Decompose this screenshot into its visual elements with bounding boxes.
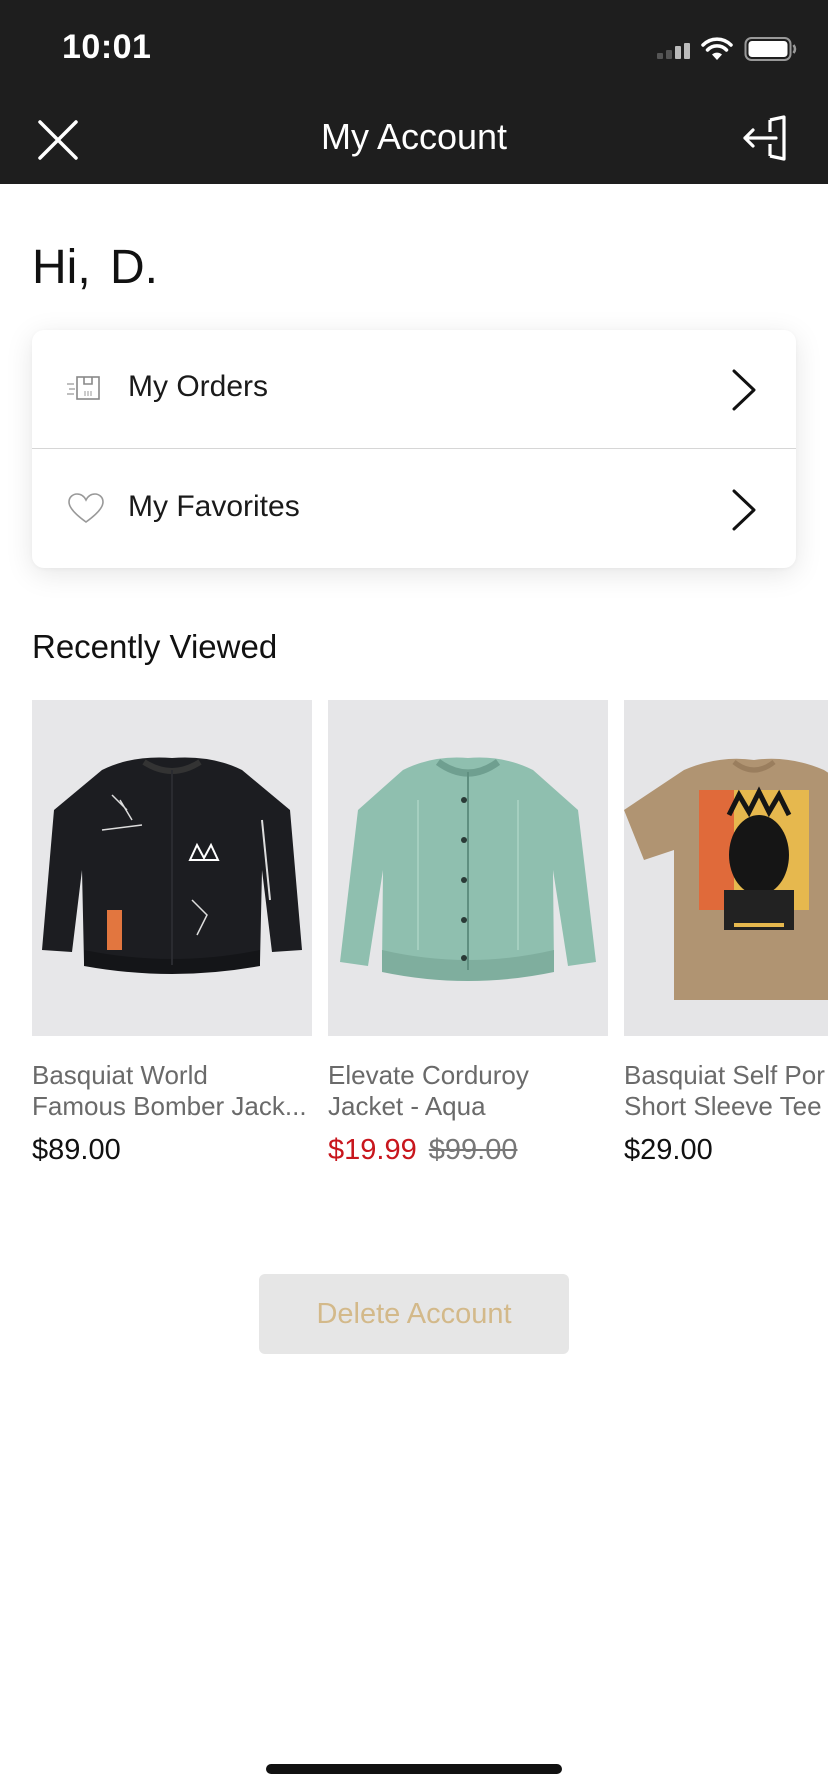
delete-account-button[interactable]: Delete Account xyxy=(259,1274,569,1354)
status-time: 10:01 xyxy=(62,28,152,66)
greeting-name: D. xyxy=(110,241,159,294)
product-image-basquiat-tee xyxy=(624,700,828,1036)
product-price: $19.99 $99.00 xyxy=(328,1134,608,1167)
greeting-hi: Hi, xyxy=(32,241,91,294)
status-icons xyxy=(657,34,798,64)
product-card[interactable]: Basquiat Self Por Short Sleeve Tee $29.0… xyxy=(624,700,828,1167)
recently-viewed-carousel[interactable]: Basquiat World Famous Bomber Jack... $89… xyxy=(32,700,828,1180)
menu-item-my-orders[interactable]: My Orders xyxy=(32,330,796,449)
home-indicator xyxy=(266,1764,562,1774)
product-card[interactable]: Elevate Corduroy Jacket - Aqua $19.99 $9… xyxy=(328,700,608,1167)
logout-icon[interactable] xyxy=(740,114,792,162)
recently-viewed-title: Recently Viewed xyxy=(32,628,278,665)
top-bar: 10:01 My Account xyxy=(0,0,828,184)
product-name: Basquiat Self Por Short Sleeve Tee xyxy=(624,1060,825,1121)
sale-price: $19.99 xyxy=(328,1134,417,1166)
product-name: Elevate Corduroy Jacket - Aqua xyxy=(328,1060,529,1121)
chevron-right-icon xyxy=(732,369,756,411)
chevron-right-icon xyxy=(732,489,756,531)
orders-box-icon xyxy=(67,376,100,400)
product-price: $29.00 xyxy=(624,1134,713,1166)
original-price: $99.00 xyxy=(428,1134,518,1166)
menu-item-label: My Favorites xyxy=(128,490,300,523)
cellular-signal-icon xyxy=(657,39,690,59)
wifi-icon xyxy=(701,37,733,60)
product-card[interactable]: Basquiat World Famous Bomber Jack... $89… xyxy=(32,700,312,1167)
account-menu: My Orders My Favorites xyxy=(32,330,796,568)
greeting: Hi, D. xyxy=(32,240,164,295)
menu-item-my-favorites[interactable]: My Favorites xyxy=(32,450,796,568)
product-image-corduroy-jacket xyxy=(328,700,608,1036)
product-price: $89.00 xyxy=(32,1134,121,1166)
heart-icon xyxy=(68,493,104,523)
product-name: Basquiat World Famous Bomber Jack... xyxy=(32,1060,307,1121)
menu-item-label: My Orders xyxy=(128,370,269,403)
product-image-bomber-jacket xyxy=(32,700,312,1036)
battery-icon xyxy=(744,37,797,61)
page-title: My Account xyxy=(320,116,508,157)
